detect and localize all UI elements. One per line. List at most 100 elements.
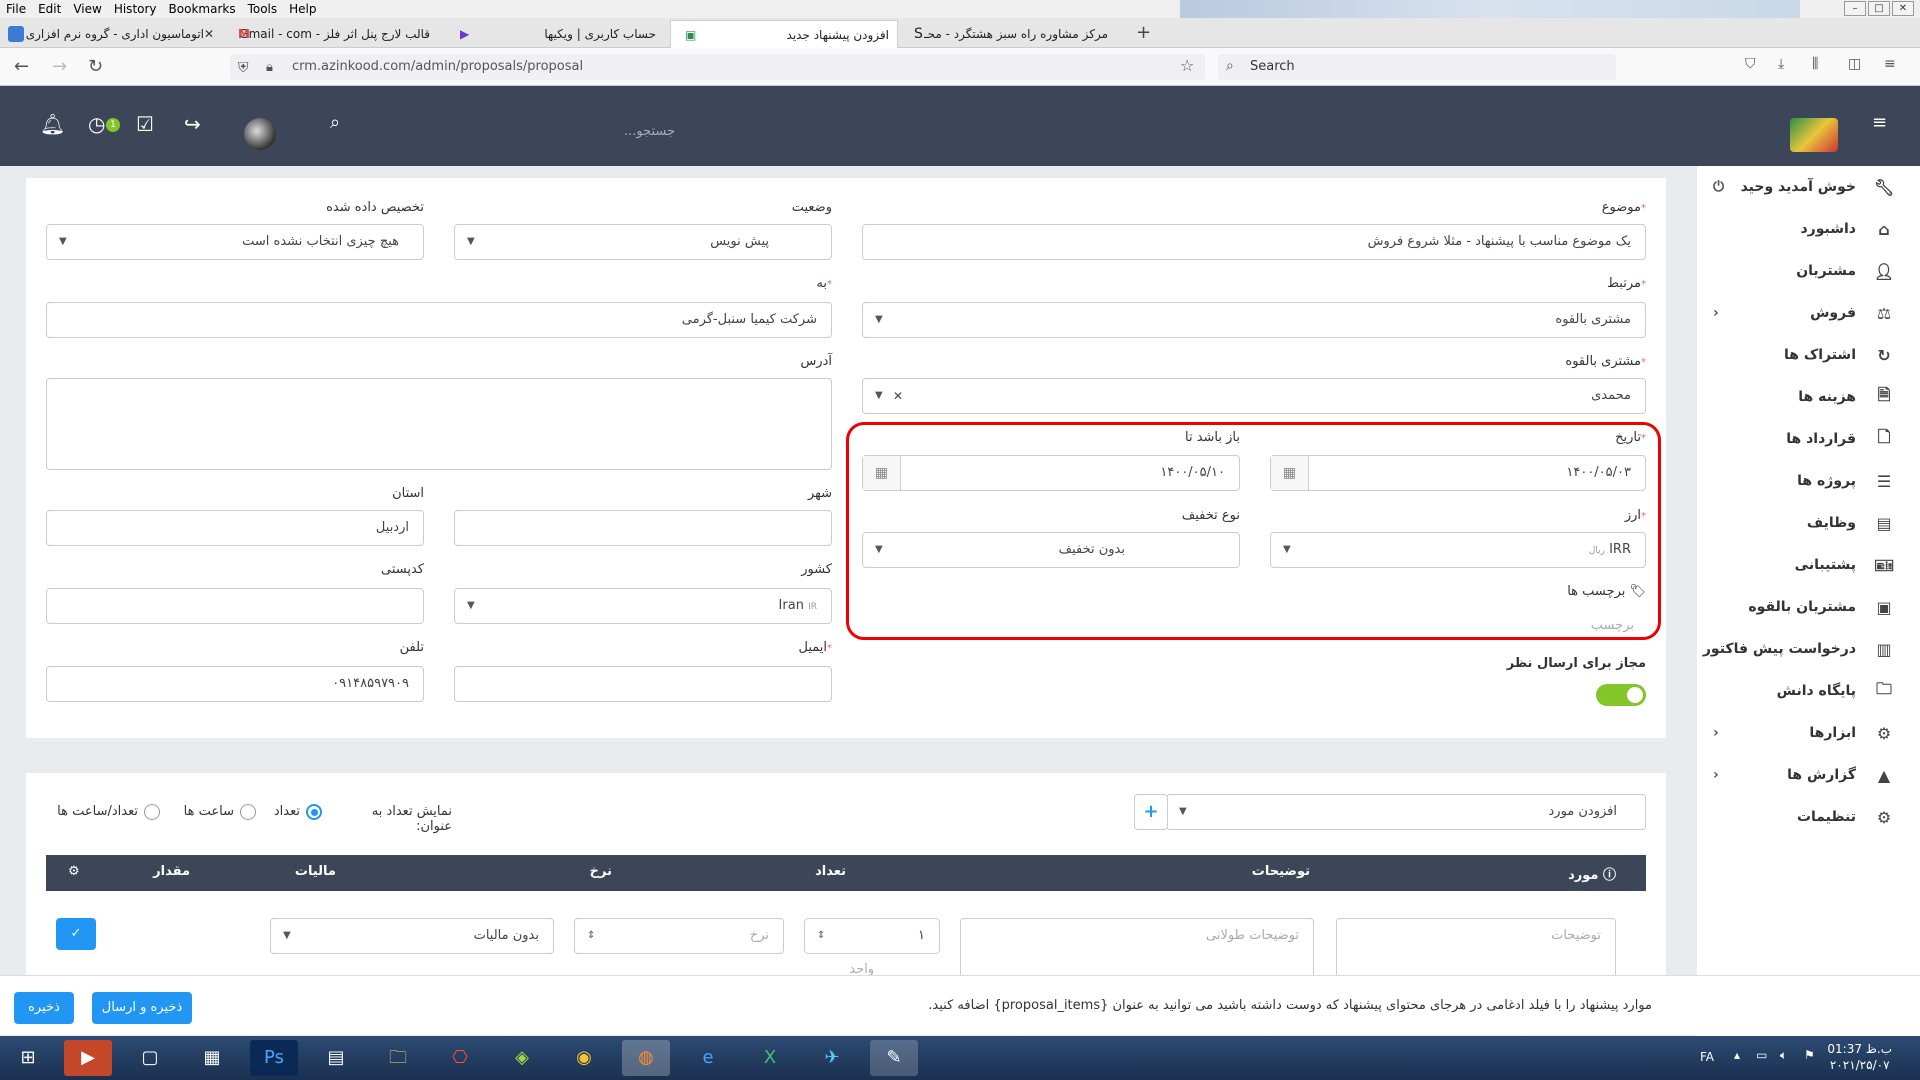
avatar[interactable]: [244, 118, 276, 150]
header-search-input[interactable]: جستجو...: [580, 124, 675, 139]
taskbar-clock[interactable]: 01:37 ب.ظ ۲۰۲۱/۲۵/۰۷: [1827, 1041, 1892, 1073]
calendar-icon[interactable]: ▦: [863, 456, 901, 490]
excel-icon[interactable]: X: [746, 1040, 794, 1076]
menu-bookmarks[interactable]: Bookmarks: [169, 0, 236, 18]
tab-consult[interactable]: S مرکز مشاوره راه سبز هشتگرد - محـ: [904, 20, 1116, 48]
paint-icon[interactable]: ✎: [870, 1040, 918, 1076]
telegram-icon[interactable]: ✈: [808, 1040, 856, 1076]
network-tray-icon[interactable]: ▭: [1756, 1048, 1767, 1062]
state-input[interactable]: اردبیل: [46, 510, 424, 546]
sidebar-item-expenses[interactable]: 🗎 هزینه ها: [1697, 376, 1920, 418]
related-select[interactable]: مشتری بالقوه ▼: [862, 302, 1646, 338]
start-button[interactable]: ⊞: [4, 1040, 52, 1076]
reload-icon[interactable]: ↻: [88, 56, 103, 77]
browser-search-field[interactable]: Search: [1218, 54, 1616, 80]
item-qty-input[interactable]: ۱ ⇕: [804, 918, 940, 954]
company-logo[interactable]: [1790, 118, 1838, 152]
flag-icon[interactable]: ⚑: [1804, 1048, 1815, 1062]
allow-comments-toggle[interactable]: [1596, 684, 1646, 706]
pdf-icon[interactable]: ⎔: [436, 1040, 484, 1076]
menu-edit[interactable]: Edit: [38, 0, 61, 18]
ie-icon[interactable]: e: [684, 1040, 732, 1076]
minimize-button[interactable]: –: [1844, 1, 1866, 16]
sidebar-item-projects[interactable]: ☰ پروژه ها: [1697, 460, 1920, 502]
zip-input[interactable]: [46, 588, 424, 624]
app-icon[interactable]: ▢: [126, 1040, 174, 1076]
firefox-icon[interactable]: ◍: [622, 1040, 670, 1076]
tab-automation[interactable]: اتوماسیون اداری - گروه نرم افزاری ✕: [0, 20, 220, 48]
url-field[interactable]: crm.azinkood.com/admin/proposals/proposa…: [230, 54, 1205, 80]
close-tab-icon[interactable]: ✕: [204, 27, 214, 41]
open-till-input[interactable]: ۱۴۰۰/۰۵/۱۰ ▦: [862, 455, 1240, 491]
library-icon[interactable]: ⫼: [1812, 56, 1818, 72]
add-item-plus-button[interactable]: +: [1134, 794, 1168, 830]
tab-gmail[interactable]: M قالب لارج پنل اثر فلز - Gmail - com: [228, 20, 438, 48]
share-icon[interactable]: ↪: [184, 112, 201, 136]
item-rate-input[interactable]: نرخ ⇕: [574, 918, 784, 954]
pocket-icon[interactable]: ⛉: [1745, 56, 1756, 72]
timer-icon[interactable]: ◷: [88, 112, 105, 136]
item-tax-select[interactable]: بدون مالیات ▼: [270, 918, 554, 954]
status-select[interactable]: پیش نویس ▼: [454, 224, 832, 260]
item-long-description-input[interactable]: توضیحات طولانی: [960, 918, 1314, 978]
sidebar-item-sales[interactable]: ⚖ فروش ‹: [1697, 292, 1920, 334]
power-icon[interactable]: ⏻: [1713, 179, 1724, 195]
save-button[interactable]: ذخیره: [14, 992, 74, 1024]
radio-qty-hours[interactable]: [144, 804, 160, 820]
phone-input[interactable]: ۰۹۱۴۸۵۹۷۹۰۹: [46, 666, 424, 702]
assigned-select[interactable]: هیچ چیزی انتخاب نشده است ▼: [46, 224, 424, 260]
sidebar-item-utilities[interactable]: ⚙ ابزارها ‹: [1697, 712, 1920, 754]
sidebar-item-customers[interactable]: 👤︎ مشتریان: [1697, 250, 1920, 292]
tab-add-proposal[interactable]: ▣ افزودن پیشنهاد جدید: [670, 20, 898, 48]
settings-gear-icon[interactable]: ⚙: [68, 864, 80, 879]
clear-icon[interactable]: ✕: [893, 379, 903, 413]
back-icon[interactable]: ←: [14, 56, 29, 77]
search-icon[interactable]: ⌕: [330, 112, 340, 133]
media-player-icon[interactable]: ▶: [64, 1040, 112, 1076]
tags-input[interactable]: برچسب: [1500, 618, 1634, 633]
address-textarea[interactable]: [46, 378, 832, 470]
sidebar-item-knowledge-base[interactable]: 🗀 پایگاه دانش: [1697, 670, 1920, 712]
stepper-icon[interactable]: ⇕: [817, 919, 825, 953]
todo-check-icon[interactable]: ☑: [136, 112, 154, 136]
to-input[interactable]: شرکت کیمیا سنبل-گرمی: [46, 302, 832, 338]
download-icon[interactable]: ⤓: [1778, 56, 1784, 72]
chrome-icon[interactable]: ◉: [560, 1040, 608, 1076]
sidebar-item-leads[interactable]: ▣ مشتریان بالقوه: [1697, 586, 1920, 628]
menu-file[interactable]: File: [6, 0, 26, 18]
menu-toggle-icon[interactable]: ≡: [1872, 112, 1887, 133]
save-send-button[interactable]: ذخیره و ارسال: [92, 992, 192, 1024]
country-select[interactable]: Iran IR ▼: [454, 588, 832, 624]
sidebar-item-subscriptions[interactable]: ↻ اشتراک ها: [1697, 334, 1920, 376]
new-tab-button[interactable]: +: [1136, 22, 1151, 43]
volume-icon[interactable]: 🔈︎: [1780, 1048, 1787, 1063]
tab-wikiha[interactable]: ▶ حساب کاربری | ویکیها: [450, 20, 664, 48]
folder-icon[interactable]: 🗀: [374, 1040, 422, 1076]
forward-icon[interactable]: →: [52, 56, 67, 77]
bookmark-star-icon[interactable]: ☆: [1180, 56, 1194, 75]
close-window-button[interactable]: ✕: [1892, 1, 1914, 16]
tray-up-icon[interactable]: ▴: [1734, 1048, 1740, 1062]
add-item-select[interactable]: افزودن مورد ▼: [1166, 794, 1646, 830]
sidebar-item-contracts[interactable]: 🗋 قرارداد ها: [1697, 418, 1920, 460]
files-icon[interactable]: ▤: [312, 1040, 360, 1076]
bell-icon[interactable]: 🔔︎: [40, 112, 65, 136]
menu-tools[interactable]: Tools: [248, 0, 278, 18]
add-item-check-button[interactable]: ✓: [56, 918, 96, 950]
subject-input[interactable]: یک موضوع مناسب با پیشنهاد - مثلا شروع فر…: [862, 224, 1646, 260]
lead-select[interactable]: محمدی ▼ ✕: [862, 378, 1646, 414]
discount-type-select[interactable]: بدون تخفیف ▼: [862, 532, 1240, 568]
radio-hours[interactable]: [240, 804, 256, 820]
sidebar-item-settings[interactable]: ⚙ تنظیمات: [1697, 796, 1920, 838]
photoshop-icon[interactable]: Ps: [250, 1040, 298, 1076]
currency-select[interactable]: IRR ریال ▼: [1270, 532, 1646, 568]
maximize-button[interactable]: □: [1868, 1, 1890, 16]
sidebar-toggle-icon[interactable]: ◫: [1848, 56, 1861, 72]
calendar-icon[interactable]: ▦: [1271, 456, 1309, 490]
language-indicator[interactable]: FA: [1700, 1050, 1714, 1064]
item-description-input[interactable]: توضیحات: [1336, 918, 1616, 978]
radio-qty[interactable]: [306, 804, 322, 820]
hamburger-menu-icon[interactable]: ≡: [1884, 56, 1896, 72]
date-input[interactable]: ۱۴۰۰/۰۵/۰۳ ▦: [1270, 455, 1646, 491]
menu-help[interactable]: Help: [289, 0, 316, 18]
